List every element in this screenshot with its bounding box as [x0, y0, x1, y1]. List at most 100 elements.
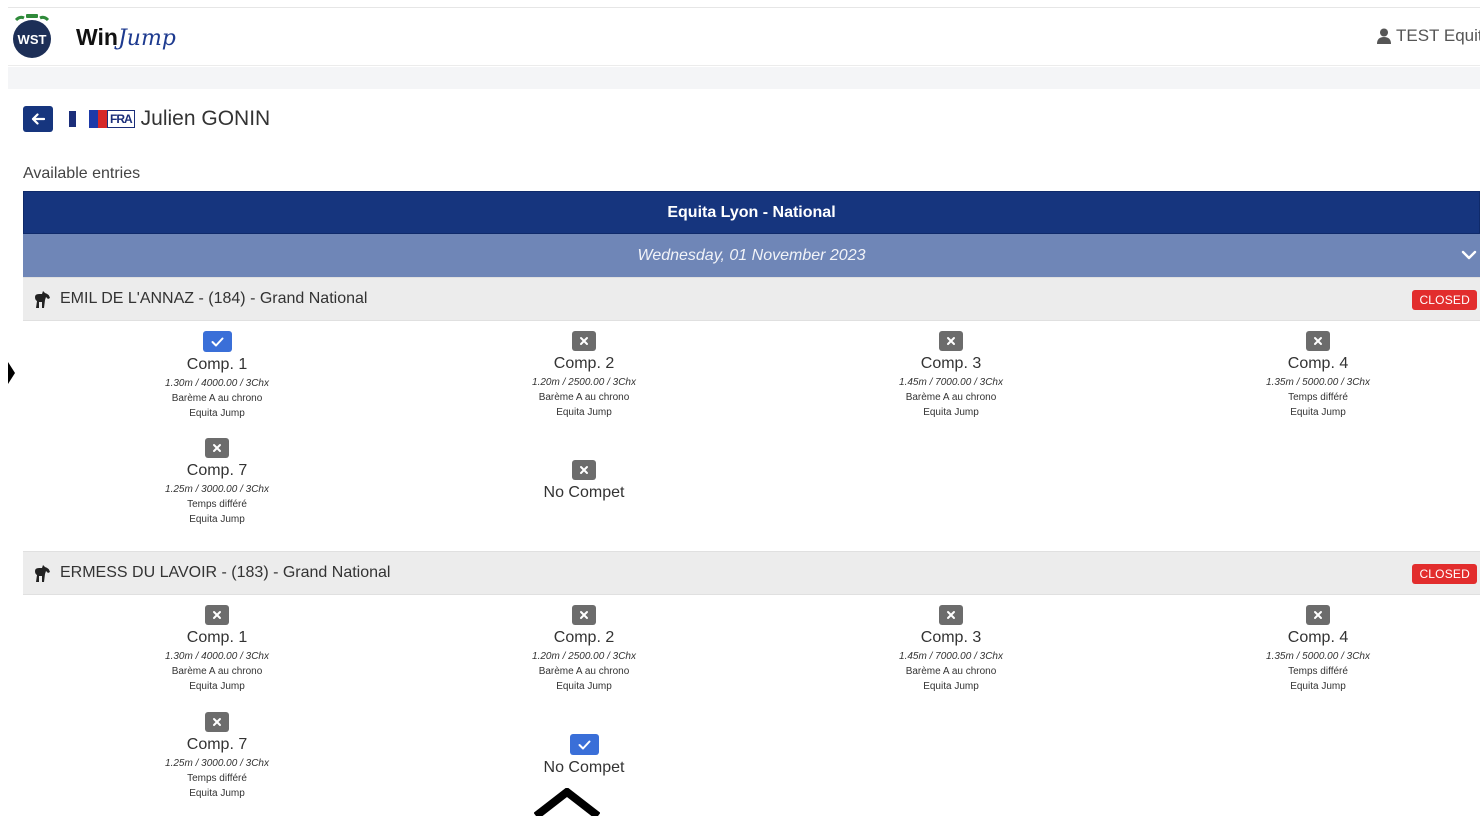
- subheader-band: [8, 67, 1480, 89]
- event-header: Equita Lyon - National: [23, 191, 1480, 234]
- brand-logo[interactable]: WinJump: [76, 24, 176, 51]
- entry-checkbox-checked[interactable]: [202, 331, 232, 352]
- competition-entry: Comp. 1 1.30m / 4000.00 / 3Chx Barème A au…: [67, 331, 367, 419]
- check-icon: [211, 337, 223, 346]
- event-title: Equita Lyon - National: [667, 203, 836, 221]
- competition-organizer: Equita Jump: [1290, 407, 1346, 418]
- entry-checkbox-unchecked[interactable]: [572, 605, 596, 625]
- competition-rule: Barème A au chrono: [171, 666, 263, 677]
- x-icon: [580, 611, 588, 619]
- competition-rule: Temps différé: [1288, 392, 1348, 403]
- competition-spec: 1.35m / 5000.00 / 3Chx: [1266, 651, 1370, 662]
- country-code: FRA: [107, 110, 135, 128]
- back-button[interactable]: [23, 106, 53, 132]
- arrow-left-icon: [31, 113, 45, 125]
- competition-organizer: Equita Jump: [556, 407, 612, 418]
- x-icon: [1314, 611, 1322, 619]
- competition-rule: Temps différé: [187, 773, 247, 784]
- user-icon: [1377, 28, 1391, 44]
- competition-title: Comp. 1: [186, 356, 248, 373]
- entry-checkbox-unchecked[interactable]: [939, 605, 963, 625]
- competition-title: Comp. 4: [1287, 629, 1349, 646]
- competition-title: Comp. 1: [186, 629, 248, 646]
- competition-organizer: Equita Jump: [189, 788, 245, 799]
- competition-rule: Barème A au chrono: [905, 666, 997, 677]
- wst-logo-icon[interactable]: WST: [11, 12, 53, 60]
- competition-spec: 1.20m / 2500.00 / 3Chx: [532, 651, 636, 662]
- competition-rule: Temps différé: [187, 499, 247, 510]
- horse-name: EMIL DE L'ANNAZ - (184) - Grand National: [60, 290, 368, 307]
- x-icon: [213, 718, 221, 726]
- competition-title: Comp. 4: [1287, 355, 1349, 372]
- competition-organizer: Equita Jump: [1290, 681, 1346, 692]
- competition-rule: Temps différé: [1288, 666, 1348, 677]
- country-flag: FRA: [69, 110, 135, 128]
- chevron-down-icon[interactable]: [1460, 246, 1478, 264]
- competition-title: Comp. 7: [186, 462, 248, 479]
- competition-title: Comp. 2: [553, 355, 615, 372]
- x-icon: [947, 337, 955, 345]
- entry-checkbox-unchecked[interactable]: [939, 331, 963, 351]
- status-badge: CLOSED: [1412, 564, 1477, 584]
- competition-spec: 1.25m / 3000.00 / 3Chx: [165, 484, 269, 495]
- horse-name: ERMESS DU LAVOIR - (183) - Grand Nationa…: [60, 564, 391, 581]
- cursor-edge-icon: [8, 362, 15, 384]
- x-icon: [947, 611, 955, 619]
- entry-checkbox-unchecked[interactable]: [1306, 331, 1330, 351]
- competition-spec: 1.30m / 4000.00 / 3Chx: [165, 378, 269, 389]
- competition-organizer: Equita Jump: [189, 681, 245, 692]
- competition-entry: Comp. 4 1.35m / 5000.00 / 3Chx Temps diffé…: [1168, 331, 1468, 418]
- competition-organizer: Equita Jump: [189, 408, 245, 419]
- svg-text:WST: WST: [18, 32, 47, 47]
- x-icon: [580, 337, 588, 345]
- horses-list: EMIL DE L'ANNAZ - (184) - Grand National…: [23, 277, 1480, 816]
- competition-title: Comp. 3: [920, 629, 982, 646]
- competition-organizer: Equita Jump: [923, 681, 979, 692]
- competition-entry: Comp. 1 1.30m / 4000.00 / 3Chx Barème A au…: [67, 605, 367, 692]
- competition-spec: 1.45m / 7000.00 / 3Chx: [899, 377, 1003, 388]
- rider-header: FRA Julien GONIN: [23, 106, 270, 132]
- horse-row: EMIL DE L'ANNAZ - (184) - Grand National…: [23, 277, 1480, 321]
- competition-organizer: Equita Jump: [189, 514, 245, 525]
- entry-checkbox-checked[interactable]: [569, 734, 599, 755]
- status-badge: CLOSED: [1412, 290, 1477, 310]
- entry-checkbox-unchecked[interactable]: [205, 605, 229, 625]
- entry-checkbox-unchecked[interactable]: [572, 331, 596, 351]
- competition-entry: Comp. 7 1.25m / 3000.00 / 3Chx Temps diffé…: [67, 712, 367, 799]
- user-menu[interactable]: TEST Equita: [1377, 26, 1480, 46]
- entry-checkbox-unchecked[interactable]: [572, 460, 596, 480]
- competition-entry: Comp. 3 1.45m / 7000.00 / 3Chx Barème A au…: [801, 605, 1101, 692]
- horse-icon: [35, 565, 50, 582]
- entry-checkbox-unchecked[interactable]: [1306, 605, 1330, 625]
- x-icon: [213, 611, 221, 619]
- competition-spec: 1.25m / 3000.00 / 3Chx: [165, 758, 269, 769]
- competition-rule: Barème A au chrono: [171, 393, 263, 404]
- competition-spec: 1.20m / 2500.00 / 3Chx: [532, 377, 636, 388]
- horse-row: ERMESS DU LAVOIR - (183) - Grand Nationa…: [23, 551, 1480, 595]
- competition-rule: Barème A au chrono: [538, 666, 630, 677]
- competition-entry: No Compet: [434, 460, 734, 502]
- event-date: Wednesday, 01 November 2023: [637, 246, 866, 264]
- competition-title: No Compet: [543, 484, 625, 501]
- competition-spec: 1.30m / 4000.00 / 3Chx: [165, 651, 269, 662]
- x-icon: [1314, 337, 1322, 345]
- x-icon: [580, 466, 588, 474]
- competition-grid: Comp. 1 1.30m / 4000.00 / 3Chx Barème A au…: [23, 321, 1480, 551]
- section-title: Available entries: [23, 165, 141, 182]
- competition-title: Comp. 3: [920, 355, 982, 372]
- entries-table: Equita Lyon - National Wednesday, 01 Nov…: [23, 191, 1480, 816]
- competition-organizer: Equita Jump: [556, 681, 612, 692]
- competition-entry: Comp. 3 1.45m / 7000.00 / 3Chx Barème A au…: [801, 331, 1101, 418]
- entry-checkbox-unchecked[interactable]: [205, 712, 229, 732]
- rider-name: Julien GONIN: [140, 107, 271, 130]
- entry-checkbox-unchecked[interactable]: [205, 438, 229, 458]
- brand-win: Win: [76, 24, 118, 50]
- competition-entry: Comp. 7 1.25m / 3000.00 / 3Chx Temps diffé…: [67, 438, 367, 525]
- fra-flag-icon: FRA: [89, 110, 135, 128]
- check-icon: [578, 740, 590, 749]
- user-label: TEST Equita: [1396, 26, 1480, 45]
- competition-title: Comp. 2: [553, 629, 615, 646]
- navbar: WST WinJump TEST Equita: [8, 8, 1480, 66]
- date-row[interactable]: Wednesday, 01 November 2023: [23, 234, 1480, 277]
- competition-rule: Barème A au chrono: [538, 392, 630, 403]
